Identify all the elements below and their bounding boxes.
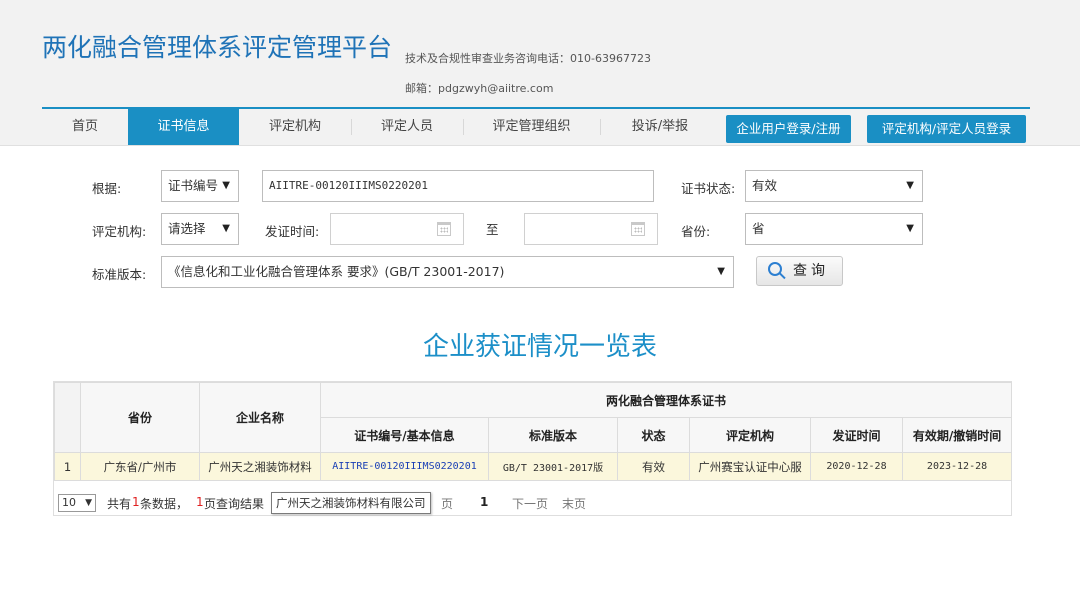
- standard-select[interactable]: 《信息化和工业化融合管理体系 要求》(GB/T 23001-2017) ▼: [161, 256, 734, 288]
- status-label: 证书状态:: [681, 181, 736, 196]
- query-button-label: 查询: [793, 263, 829, 279]
- institution-select[interactable]: 请选择 ▼: [161, 213, 239, 245]
- company-header: 企业名称: [199, 382, 321, 453]
- support-email: 邮箱：pdgzwyh@aiitre.com: [405, 82, 554, 95]
- pages-count: 1: [196, 495, 204, 509]
- total-prefix: 共有: [107, 497, 132, 511]
- enterprise-login-button[interactable]: 企业用户登录/注册: [726, 115, 851, 143]
- page-size-select[interactable]: 10 ▼: [58, 494, 96, 512]
- nav-certificate-info[interactable]: 证书信息: [128, 109, 239, 145]
- status-header: 状态: [617, 417, 690, 453]
- date-range-to-label: 至: [486, 222, 499, 237]
- calendar-icon[interactable]: [631, 222, 645, 236]
- list-title: 企业获证情况一览表: [422, 332, 657, 362]
- institution-select-value: 请选择: [168, 221, 206, 236]
- results-table: 省份 企业名称 两化融合管理体系证书 证书编号/基本信息 标准版本 状态 评定机…: [53, 381, 1013, 516]
- cert-number-input[interactable]: AIITRE-00120IIIMS0220201: [262, 170, 654, 202]
- prev-page-link[interactable]: 页: [441, 495, 453, 512]
- institution-login-button[interactable]: 评定机构/评定人员登录: [867, 115, 1026, 143]
- row-cert-link[interactable]: AIITRE-00120IIIMS0220201: [320, 452, 489, 481]
- current-page: 1: [480, 495, 489, 509]
- issue-date-header: 发证时间: [810, 417, 903, 453]
- support-phone: 技术及合规性审查业务咨询电话：010-63967723: [405, 52, 651, 65]
- status-select[interactable]: 有效 ▼: [745, 170, 923, 202]
- page-size-value: 10: [62, 496, 76, 509]
- nav-institutions[interactable]: 评定机构: [239, 109, 351, 145]
- row-status: 有效: [617, 452, 690, 481]
- pages-suffix: 页查询结果: [204, 497, 265, 511]
- site-title: 两化融合管理体系评定管理平台: [42, 33, 393, 62]
- site-header: 两化融合管理体系评定管理平台 技术及合规性审查业务咨询电话：010-639677…: [0, 0, 1080, 146]
- chevron-down-icon: ▼: [222, 223, 230, 234]
- basis-select-value: 证书编号: [168, 178, 219, 193]
- pagination: 10 ▼ 共有 1 条数据， 1 页查询结果 页 1 下一页 末页 广州天之湘装…: [58, 491, 958, 514]
- nav-assessors[interactable]: 评定人员: [351, 109, 463, 145]
- nav-management-org[interactable]: 评定管理组织: [463, 109, 600, 145]
- row-institution: 广州赛宝认证中心服: [689, 452, 811, 481]
- basis-select[interactable]: 证书编号 ▼: [161, 170, 239, 202]
- row-province: 广东省/广州市: [80, 452, 200, 481]
- cert-header: 证书编号/基本信息: [320, 417, 489, 453]
- issue-date-label: 发证时间:: [265, 224, 320, 239]
- certificate-group-header: 两化融合管理体系证书: [319, 382, 1013, 418]
- standard-label: 标准版本:: [92, 267, 147, 282]
- province-select-value: 省: [752, 221, 765, 236]
- query-button[interactable]: 查询: [756, 256, 843, 286]
- nav-complaints[interactable]: 投诉/举报: [600, 109, 720, 145]
- status-select-value: 有效: [752, 178, 778, 193]
- province-select[interactable]: 省 ▼: [745, 213, 923, 245]
- table-row[interactable]: 1 广东省/广州市 广州天之湘装饰材料 AIITRE-00120IIIMS022…: [54, 452, 1013, 481]
- basis-label: 根据:: [92, 181, 122, 196]
- province-header: 省份: [80, 382, 200, 453]
- total-count: 1: [132, 495, 140, 509]
- chevron-down-icon: ▼: [717, 266, 725, 277]
- row-standard: GB/T 23001-2017版: [488, 452, 618, 481]
- province-label: 省份:: [681, 224, 711, 239]
- row-company[interactable]: 广州天之湘装饰材料: [199, 452, 321, 481]
- total-mid: 条数据，: [140, 497, 189, 511]
- search-icon: [768, 262, 782, 276]
- calendar-icon[interactable]: [437, 222, 451, 236]
- nav-home[interactable]: 首页: [42, 109, 128, 145]
- chevron-down-icon: ▼: [906, 223, 914, 234]
- next-page-link[interactable]: 下一页: [512, 495, 548, 512]
- main-nav: 首页 证书信息 评定机构 评定人员 评定管理组织 投诉/举报 企业用户登录/注册…: [42, 109, 1030, 146]
- company-tooltip: 广州天之湘装饰材料有限公司: [271, 492, 431, 514]
- last-page-link[interactable]: 末页: [562, 495, 586, 512]
- row-index: 1: [54, 452, 81, 481]
- institution-header: 评定机构: [689, 417, 811, 453]
- standard-header: 标准版本: [488, 417, 618, 453]
- chevron-down-icon: ▼: [906, 180, 914, 191]
- row-expiry-date: 2023-12-28: [901, 452, 1013, 481]
- issue-date-from-input[interactable]: [330, 213, 464, 245]
- expiry-header: 有效期/撤销时间: [901, 417, 1013, 453]
- chevron-down-icon: ▼: [85, 498, 92, 508]
- index-header: [54, 382, 81, 453]
- institution-label: 评定机构:: [92, 224, 147, 239]
- chevron-down-icon: ▼: [222, 180, 230, 191]
- issue-date-to-input[interactable]: [524, 213, 658, 245]
- standard-select-value: 《信息化和工业化融合管理体系 要求》(GB/T 23001-2017): [168, 264, 505, 279]
- row-issue-date: 2020-12-28: [810, 452, 903, 481]
